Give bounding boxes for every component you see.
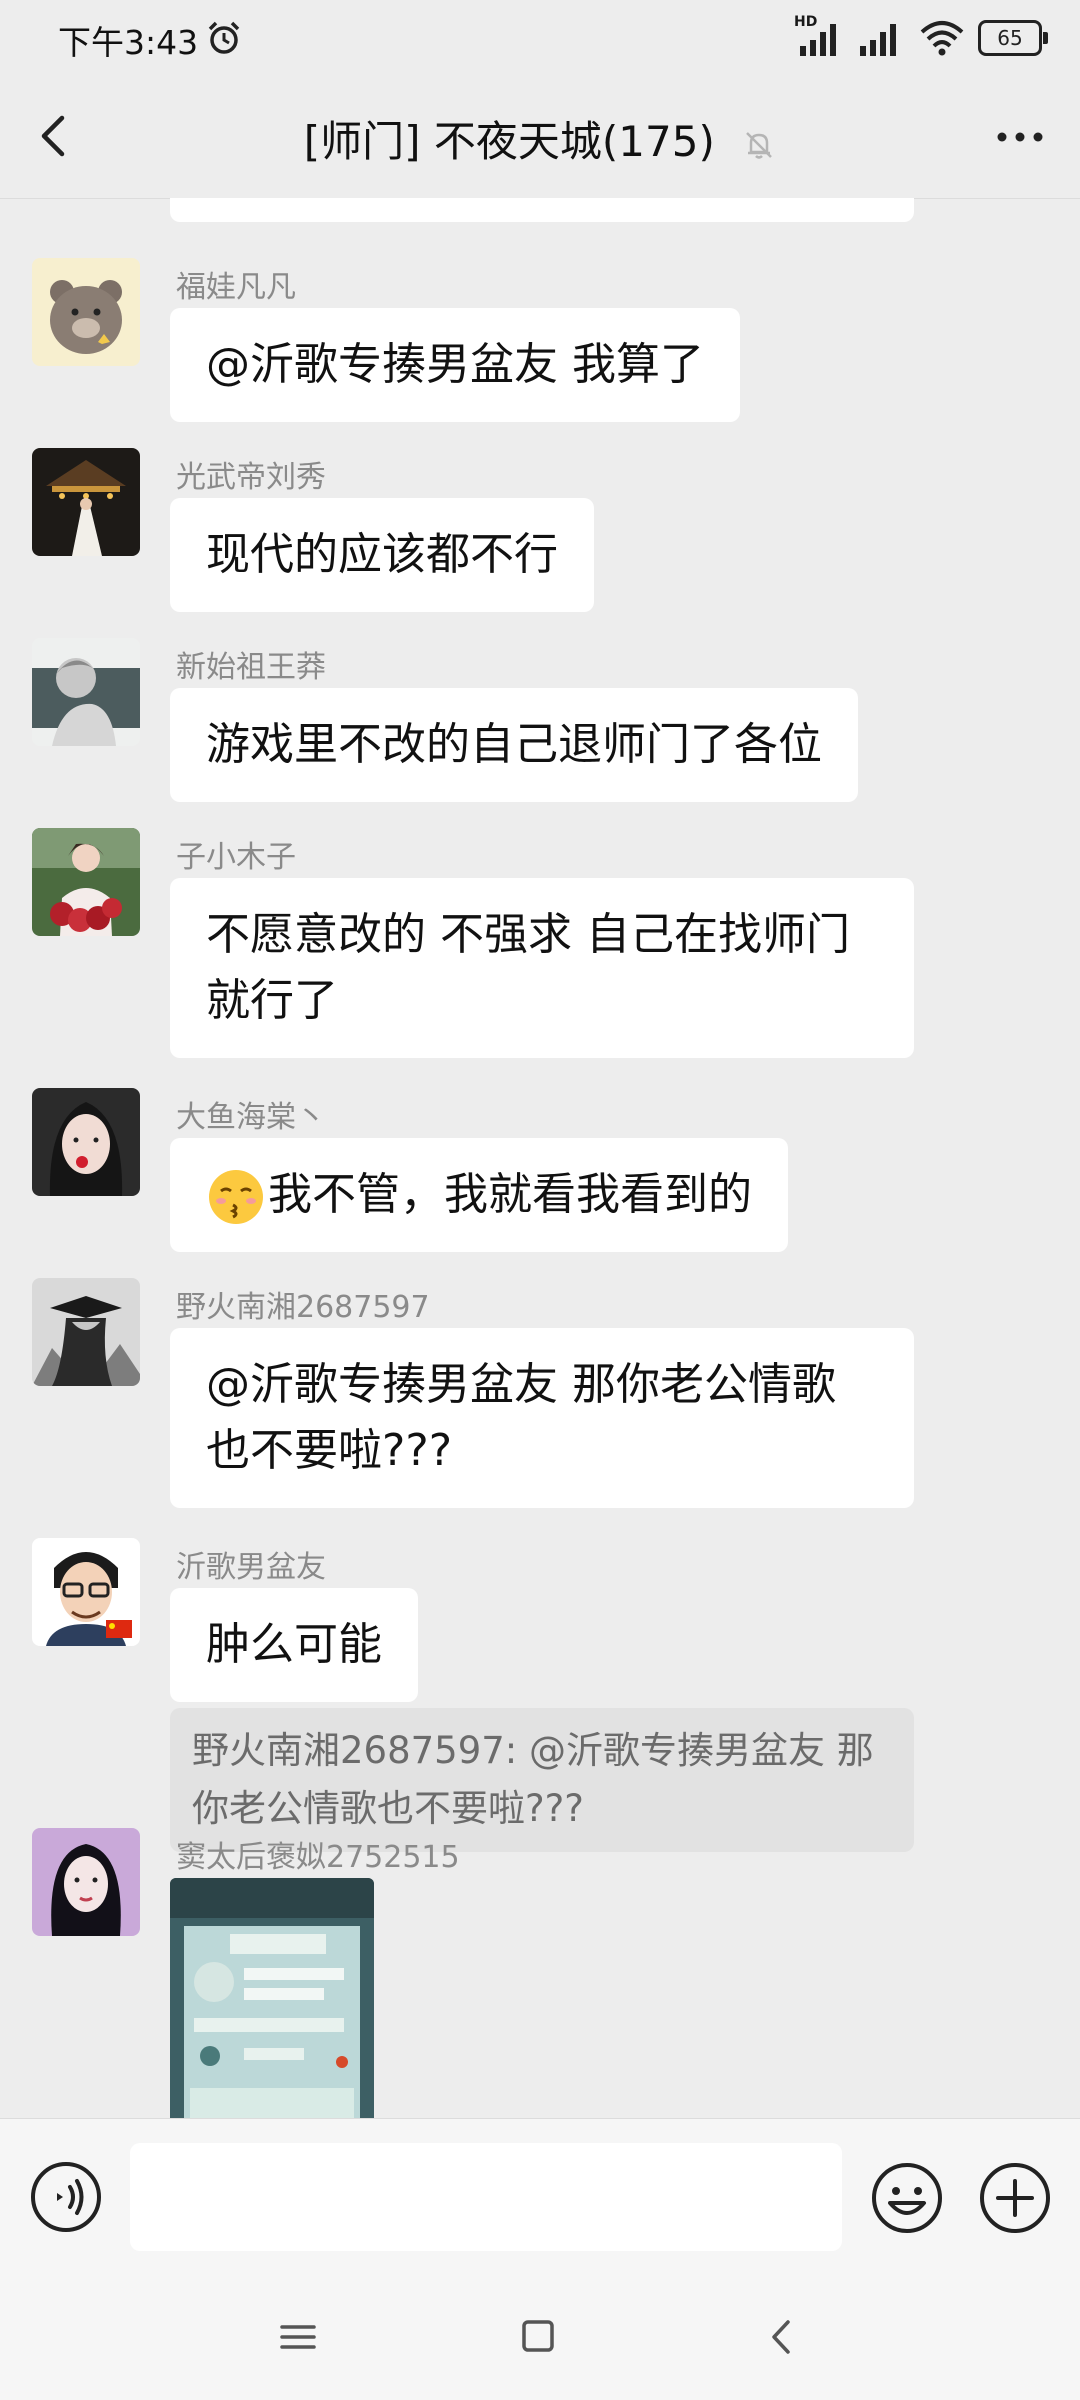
sender-name: 子小木子 — [176, 840, 296, 875]
emoji-icon[interactable] — [870, 2161, 944, 2235]
avatar[interactable] — [32, 638, 140, 746]
group-name: [师门] 不夜天城(175) — [303, 117, 715, 166]
message-bubble[interactable]: @沂歌专揍男盆友 那你老公情歌 也不要啦??? — [170, 1328, 914, 1508]
alarm-clock-icon — [208, 21, 240, 54]
avatar[interactable] — [32, 1828, 140, 1936]
message-line: 不愿意改的 不强求 自己在找师门 — [206, 909, 850, 960]
message-bubble[interactable]: 游戏里不改的自己退师门了各位 — [170, 688, 858, 802]
more-options-icon[interactable] — [990, 110, 1050, 164]
voice-input-icon[interactable] — [30, 2161, 102, 2233]
status-time: 下午3:43 — [58, 23, 199, 62]
muted-bell-icon — [746, 131, 773, 159]
message-list[interactable]: 福娃凡凡 @沂歌专揍男盆友 我算了 光武帝刘秀 现代的应该都不行 新始祖王莽 游… — [0, 198, 1080, 2118]
cellular-signal-icon: HD — [794, 14, 844, 58]
sender-name: 福娃凡凡 — [176, 270, 296, 305]
back-icon[interactable] — [762, 2312, 802, 2362]
avatar[interactable] — [32, 258, 140, 366]
quote-line: 野火南湘2687597: @沂歌专揍男盆友 那 — [192, 1729, 874, 1772]
message-bubble[interactable]: 肿么可能 — [170, 1588, 418, 1702]
avatar[interactable] — [32, 828, 140, 936]
message-bubble[interactable]: 我不管，我就看我看到的 — [170, 1138, 788, 1252]
message-bubble[interactable]: @沂歌专揍男盆友 我算了 — [170, 308, 740, 422]
status-bar: 下午3:43 HD 65 — [0, 0, 1080, 76]
sender-name: 大鱼海棠丶 — [176, 1100, 326, 1135]
status-right: HD 65 — [794, 14, 1048, 58]
chat-header: [师门] 不夜天城(175) — [0, 76, 1080, 199]
home-icon[interactable] — [518, 2312, 558, 2362]
message-bubble[interactable]: 不愿意改的 不强求 自己在找师门 就行了 — [170, 878, 914, 1058]
plus-icon[interactable] — [978, 2161, 1052, 2235]
avatar[interactable] — [32, 448, 140, 556]
sender-name: 新始祖王莽 — [176, 650, 326, 685]
message-bubble[interactable]: 现代的应该都不行 — [170, 498, 594, 612]
avatar[interactable] — [32, 1278, 140, 1386]
message-line: 就行了 — [206, 975, 338, 1026]
sender-name: 光武帝刘秀 — [176, 460, 326, 495]
battery-icon: 65 — [978, 20, 1048, 56]
message-text: 我不管，我就看我看到的 — [268, 1169, 752, 1220]
previous-message-bubble[interactable] — [170, 198, 914, 222]
image-message[interactable] — [170, 1878, 374, 2118]
quoted-message[interactable]: 野火南湘2687597: @沂歌专揍男盆友 那 你老公情歌也不要啦??? — [170, 1708, 914, 1852]
avatar[interactable] — [32, 1088, 140, 1196]
message-input[interactable] — [130, 2143, 842, 2251]
chat-title: [师门] 不夜天城(175) — [0, 108, 1080, 169]
quote-line: 你老公情歌也不要啦??? — [192, 1787, 584, 1830]
cellular-signal-2-icon — [860, 24, 896, 56]
system-navigation-bar — [0, 2274, 1080, 2400]
avatar[interactable] — [32, 1538, 140, 1646]
input-bar — [0, 2118, 1080, 2275]
recent-apps-icon[interactable] — [278, 2312, 318, 2362]
sender-name: 窦太后褒姒2752515 — [176, 1840, 460, 1875]
sender-name: 沂歌男盆友 — [176, 1550, 326, 1585]
message-line: 也不要啦??? — [206, 1425, 453, 1476]
message-line: @沂歌专揍男盆友 那你老公情歌 — [206, 1359, 836, 1410]
wifi-icon — [920, 21, 964, 56]
kissing-face-emoji-icon — [209, 1170, 263, 1224]
sender-name: 野火南湘2687597 — [176, 1290, 430, 1325]
